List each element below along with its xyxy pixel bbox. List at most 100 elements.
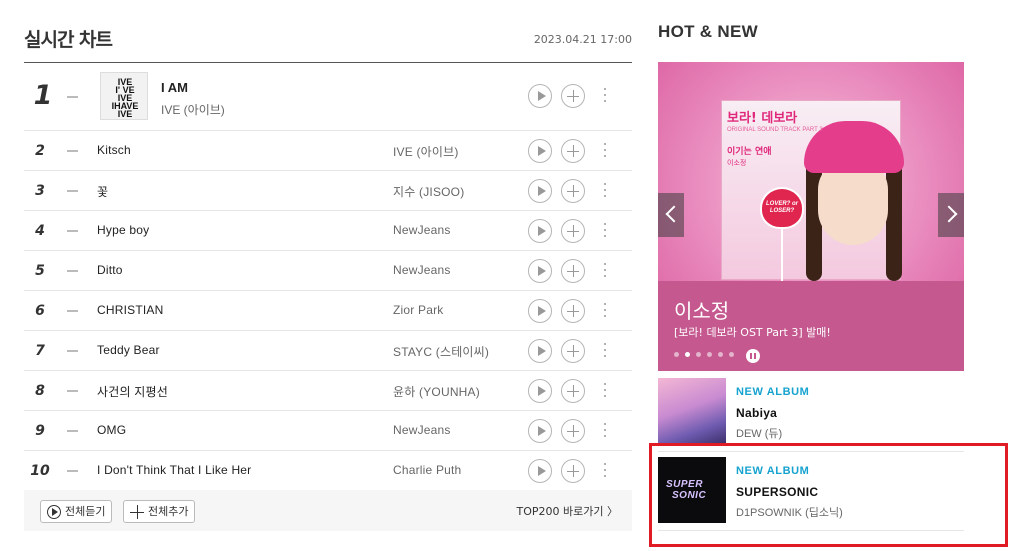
more-options-icon[interactable] (600, 340, 610, 362)
rank-change-none-icon (67, 150, 78, 152)
rank-change-none-icon (67, 390, 78, 392)
song-title[interactable]: I Don't Think That I Like Her (97, 463, 251, 477)
banner-artist[interactable]: 이소정 (674, 295, 729, 324)
banner-page-dot[interactable] (685, 352, 690, 357)
banner-prev-arrow-icon[interactable] (658, 193, 684, 237)
rank-number: 10 (30, 463, 50, 479)
song-title[interactable]: Teddy Bear (97, 343, 160, 357)
song-title[interactable]: 꽃 (97, 183, 108, 200)
song-artist[interactable]: IVE (아이브) (393, 143, 459, 160)
ost-cover-art[interactable]: 보라! 데보라 ORIGINAL SOUND TRACK PART 3 이기는 … (721, 100, 904, 281)
chart-row: 6 CHRISTIAN Zior Park (24, 291, 632, 331)
banner-next-arrow-icon[interactable] (938, 193, 964, 237)
album-art[interactable] (658, 378, 726, 444)
song-artist[interactable]: 윤하 (YOUNHA) (393, 383, 480, 400)
banner-page-dot[interactable] (696, 352, 701, 357)
rank-number: 9 (35, 423, 45, 439)
rank-change-none-icon (67, 310, 78, 312)
add-all-button[interactable]: 전체추가 (123, 500, 196, 523)
play-button[interactable] (528, 179, 552, 203)
rank-change-none-icon (67, 470, 78, 472)
song-artist[interactable]: 지수 (JISOO) (393, 183, 464, 200)
play-button[interactable] (528, 379, 552, 403)
song-artist[interactable]: NewJeans (393, 263, 451, 277)
cover-figure (886, 161, 902, 281)
more-options-icon[interactable] (600, 220, 610, 242)
more-options-icon[interactable] (600, 420, 610, 442)
play-button[interactable] (528, 339, 552, 363)
banner-page-dot[interactable] (707, 352, 712, 357)
highlight-box (649, 443, 1008, 547)
chart-row: 10 I Don't Think That I Like Her Charlie P… (24, 451, 632, 491)
pause-icon[interactable] (746, 349, 760, 363)
song-artist[interactable]: Zior Park (393, 303, 443, 317)
song-title[interactable]: CHRISTIAN (97, 303, 163, 317)
promo-banner[interactable]: 보라! 데보라 ORIGINAL SOUND TRACK PART 3 이기는 … (658, 62, 964, 371)
song-artist[interactable]: Charlie Puth (393, 463, 461, 477)
song-artist[interactable]: IVE (아이브) (161, 101, 225, 118)
more-options-icon[interactable] (600, 180, 610, 202)
add-to-playlist-button[interactable] (561, 339, 585, 363)
rank-change-none-icon (67, 96, 78, 98)
banner-page-dot[interactable] (718, 352, 723, 357)
listen-all-label: 전체듣기 (65, 505, 106, 518)
chart-title: 실시간 차트 (24, 29, 113, 51)
song-title[interactable]: 사건의 지평선 (97, 383, 168, 400)
rank-change-none-icon (67, 230, 78, 232)
more-options-icon[interactable] (600, 300, 610, 322)
play-button[interactable] (528, 259, 552, 283)
more-options-icon[interactable] (600, 380, 610, 402)
cover-artist: 이소정 (727, 159, 747, 167)
play-button[interactable] (528, 219, 552, 243)
lollipop-text: LOVER? or LOSER? (765, 201, 798, 214)
song-artist[interactable]: NewJeans (393, 223, 451, 237)
album-artist[interactable]: DEW (듀) (736, 425, 782, 441)
song-title[interactable]: I AM (161, 80, 188, 95)
song-title[interactable]: Kitsch (97, 143, 131, 157)
song-title[interactable]: Hype boy (97, 223, 149, 237)
song-title[interactable]: Ditto (97, 263, 123, 277)
more-options-icon[interactable] (600, 260, 610, 282)
add-to-playlist-button[interactable] (561, 259, 585, 283)
rank-number: 2 (35, 143, 45, 159)
play-button[interactable] (528, 84, 552, 108)
play-button[interactable] (528, 459, 552, 483)
top200-link[interactable]: TOP200 바로가기 〉 (517, 503, 618, 519)
play-button[interactable] (528, 139, 552, 163)
song-artist[interactable]: NewJeans (393, 423, 451, 437)
cover-title: 보라! 데보라 (727, 111, 798, 126)
song-artist[interactable]: STAYC (스테이씨) (393, 343, 489, 360)
art-text: IVE (117, 109, 133, 119)
chart-row: 3 꽃 지수 (JISOO) (24, 171, 632, 211)
play-button[interactable] (528, 419, 552, 443)
album-art[interactable]: IVE I' VE IVE IHAVE IVE (100, 72, 148, 120)
album-title[interactable]: Nabiya (736, 406, 777, 420)
add-to-playlist-button[interactable] (561, 379, 585, 403)
new-album-tag: NEW ALBUM (736, 386, 810, 398)
add-to-playlist-button[interactable] (561, 84, 585, 108)
rank-number: 1 (33, 80, 53, 111)
banner-description[interactable]: [보라! 데보라 OST Part 3] 발매! (674, 324, 831, 340)
play-circle-icon (47, 505, 61, 519)
rank-change-none-icon (67, 190, 78, 192)
add-to-playlist-button[interactable] (561, 419, 585, 443)
banner-page-dot[interactable] (729, 352, 734, 357)
banner-page-dot[interactable] (674, 352, 679, 357)
add-to-playlist-button[interactable] (561, 459, 585, 483)
more-options-icon[interactable] (600, 460, 610, 482)
rank-number: 3 (35, 183, 45, 199)
new-album-item[interactable]: NEW ALBUM Nabiya DEW (듀) (658, 376, 964, 452)
play-button[interactable] (528, 299, 552, 323)
add-to-playlist-button[interactable] (561, 299, 585, 323)
add-to-playlist-button[interactable] (561, 139, 585, 163)
more-options-icon[interactable] (600, 85, 610, 107)
add-to-playlist-button[interactable] (561, 219, 585, 243)
more-options-icon[interactable] (600, 140, 610, 162)
add-all-label: 전체추가 (148, 505, 189, 518)
hot-new-title: HOT & NEW (658, 22, 758, 41)
chart-list: 1 IVE I' VE IVE IHAVE IVE I AM IVE (아이브)… (24, 63, 632, 491)
song-title[interactable]: OMG (97, 423, 126, 437)
add-to-playlist-button[interactable] (561, 179, 585, 203)
rank-change-none-icon (67, 270, 78, 272)
listen-all-button[interactable]: 전체듣기 (40, 500, 113, 523)
